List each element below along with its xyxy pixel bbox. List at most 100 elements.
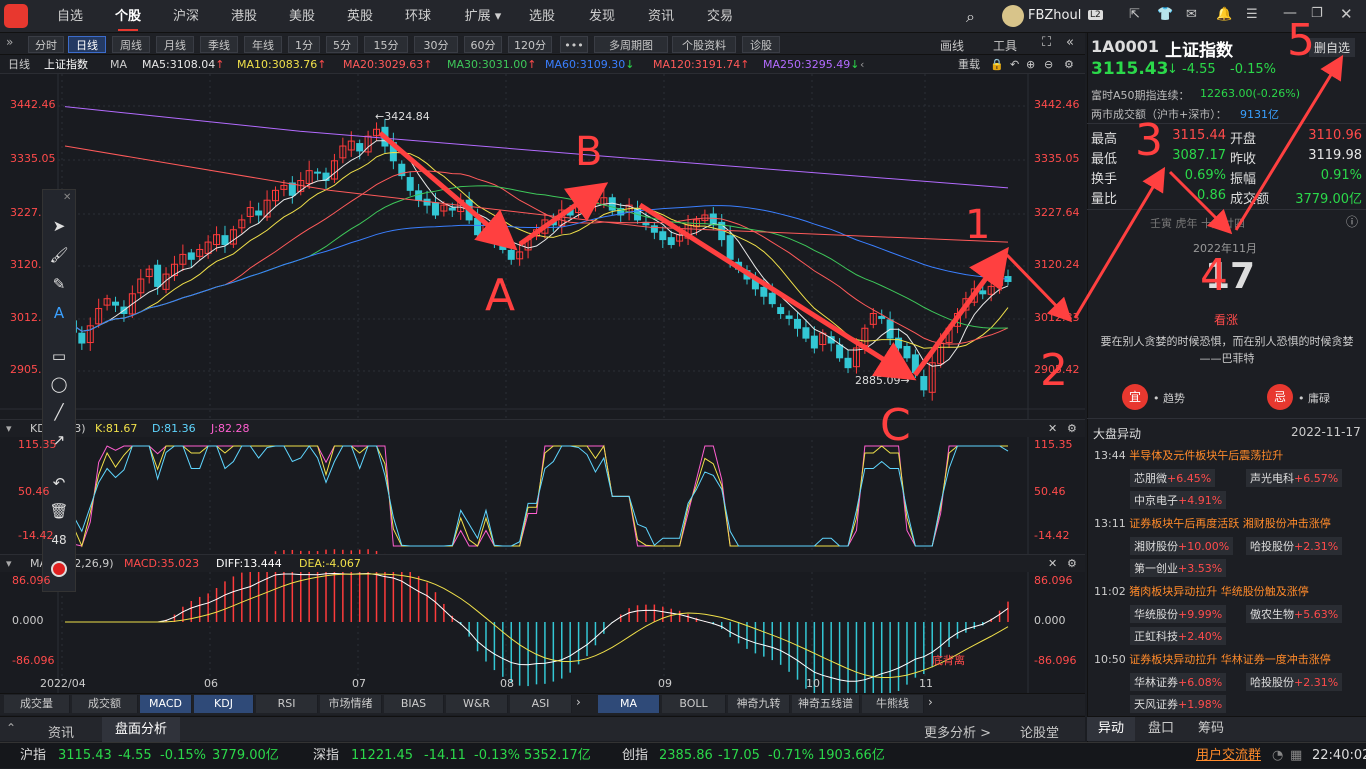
menu-icon[interactable]: ☰ <box>1246 7 1258 22</box>
period-tab-6[interactable]: 1分 <box>288 36 320 53</box>
indicator-tab-2[interactable]: MACD <box>140 695 192 713</box>
news-stock-chip[interactable]: 第一创业+3.53% <box>1130 559 1227 577</box>
forum-link[interactable]: 论股堂 <box>1020 722 1059 741</box>
news-stock-chip[interactable]: 湘财股份+10.00% <box>1130 537 1234 555</box>
color-picker-icon[interactable] <box>51 561 67 577</box>
trash-icon[interactable]: 🗑 <box>42 495 76 527</box>
zoom-in-icon[interactable]: ⊕ <box>1026 55 1035 74</box>
reload-button[interactable]: 重载 <box>958 55 980 74</box>
collapse-right-icon[interactable]: « <box>1066 35 1074 50</box>
period-tab-7[interactable]: 5分 <box>326 36 358 53</box>
period-tab-1[interactable]: 日线 <box>68 36 106 53</box>
info-icon[interactable]: ⓘ <box>1346 213 1358 230</box>
fullscreen-icon[interactable]: ⛶ <box>1042 35 1051 50</box>
collapse-left-icon[interactable]: » <box>6 35 13 49</box>
overlay-tab-3[interactable]: 神奇五线谱 <box>792 695 860 713</box>
tools-button[interactable]: 工具 <box>993 37 1017 54</box>
period-tab-8[interactable]: 15分 <box>364 36 408 53</box>
news-stock-chip[interactable]: 傲农生物+5.63% <box>1246 605 1343 623</box>
news-stock-chip[interactable]: 哈投股份+2.31% <box>1246 537 1343 555</box>
news-stock-chip[interactable]: 哈投股份+2.31% <box>1246 673 1343 691</box>
nav-item-7[interactable]: 扩展 ▾ <box>456 0 510 33</box>
lock-icon[interactable]: 🔒 <box>990 55 1004 74</box>
mail-icon[interactable]: ✉ <box>1186 7 1197 22</box>
period-tab-4[interactable]: 季线 <box>200 36 238 53</box>
nav-item-4[interactable]: 美股 <box>282 0 322 33</box>
close-icon[interactable]: ✕ <box>1340 5 1353 23</box>
indicator-tab-1[interactable]: 成交额 <box>72 695 138 713</box>
news-stock-chip[interactable]: 天风证券+1.98% <box>1130 695 1227 713</box>
period-tab-3[interactable]: 月线 <box>156 36 194 53</box>
overlay-tab-4[interactable]: 牛熊线 <box>862 695 924 713</box>
share-icon[interactable]: ⇱ <box>1129 7 1140 22</box>
more-indicators-icon[interactable]: › <box>576 695 581 709</box>
nav-item-2[interactable]: 沪深 <box>166 0 206 33</box>
tab-market-analysis[interactable]: 盘面分析 <box>102 717 180 742</box>
overlay-tab-0[interactable]: MA <box>598 695 660 713</box>
sz-label[interactable]: 深指 <box>313 743 339 769</box>
right-tab-0[interactable]: 异动 <box>1087 717 1135 741</box>
news-stock-chip[interactable]: 中京电子+4.91% <box>1130 491 1227 509</box>
indicator-tab-3[interactable]: KDJ <box>194 695 254 713</box>
period-tab-5[interactable]: 年线 <box>244 36 282 53</box>
indicator-tab-6[interactable]: BIAS <box>384 695 444 713</box>
nav-item-3[interactable]: 港股 <box>224 0 264 33</box>
kdj-settings-icon[interactable]: ⚙ <box>1067 420 1077 438</box>
news-item[interactable]: 11:02 猪肉板块异动拉升 华统股份触及涨停 <box>1094 583 1309 599</box>
nav-item-0[interactable]: 自选 <box>50 0 90 33</box>
sh-label[interactable]: 沪指 <box>20 743 46 769</box>
news-item[interactable]: 10:50 证券板块异动拉升 华林证券一度冲击涨停 <box>1094 651 1331 667</box>
expand-icon[interactable]: ⌃ <box>6 721 16 735</box>
period-tab-11[interactable]: 120分 <box>508 36 552 53</box>
bell-icon[interactable]: 🔔 <box>1216 7 1232 22</box>
news-stock-chip[interactable]: 声光电科+6.57% <box>1246 469 1343 487</box>
shirt-icon[interactable]: 👕 <box>1157 7 1173 22</box>
undo-icon[interactable]: ↶ <box>1010 55 1019 74</box>
news-item[interactable]: 13:11 证券板块午后再度活跃 湘财股份冲击涨停 <box>1094 515 1331 531</box>
indicator-tab-8[interactable]: ASI <box>510 695 572 713</box>
settings-icon[interactable]: ⚙ <box>1064 55 1074 74</box>
search-icon[interactable]: ⌕ <box>966 7 975 27</box>
tab-news[interactable]: 资讯 <box>48 722 74 741</box>
more-analysis-link[interactable]: 更多分析 > <box>924 722 991 741</box>
nav-item-5[interactable]: 英股 <box>340 0 380 33</box>
user-group-link[interactable]: 用户交流群 <box>1196 743 1261 769</box>
pointer-icon[interactable]: ➤ <box>42 210 76 242</box>
period-tab-12[interactable]: ••• <box>560 36 588 53</box>
period-tab-15[interactable]: 诊股 <box>742 36 780 53</box>
news-stock-chip[interactable]: 华统股份+9.99% <box>1130 605 1227 623</box>
indicator-tab-4[interactable]: RSI <box>256 695 318 713</box>
nav-item-1[interactable]: 个股 <box>108 0 148 33</box>
news-stock-chip[interactable]: 芯朋微+6.45% <box>1130 469 1216 487</box>
macd-close-icon[interactable]: ✕ <box>1048 555 1057 573</box>
overlay-tab-2[interactable]: 神奇九转 <box>728 695 790 713</box>
cy-label[interactable]: 创指 <box>622 743 648 769</box>
prev-icon[interactable]: ‹ <box>860 55 864 74</box>
nav-item-9[interactable]: 发现 <box>582 0 622 33</box>
delete-watchlist-button[interactable]: 删自选 <box>1309 38 1356 57</box>
kdj-collapse-icon[interactable]: ▾ <box>6 420 12 438</box>
username[interactable]: FBZhoul <box>1028 8 1081 23</box>
indicator-tab-0[interactable]: 成交量 <box>4 695 70 713</box>
drawing-close-icon[interactable]: ✕ <box>63 192 71 203</box>
overlay-tab-1[interactable]: BOLL <box>662 695 726 713</box>
macd-collapse-icon[interactable]: ▾ <box>6 555 12 573</box>
period-tab-2[interactable]: 周线 <box>112 36 150 53</box>
restore-icon[interactable]: ❐ <box>1311 6 1323 21</box>
news-item[interactable]: 13:44 半导体及元件板块午后震荡拉升 <box>1094 447 1283 463</box>
period-tab-10[interactable]: 60分 <box>464 36 502 53</box>
period-tab-13[interactable]: 多周期图 <box>594 36 668 53</box>
right-tab-2[interactable]: 筹码 <box>1187 717 1235 741</box>
news-stock-chip[interactable]: 华林证券+6.08% <box>1130 673 1227 691</box>
macd-settings-icon[interactable]: ⚙ <box>1067 555 1077 573</box>
draw-line-button[interactable]: 画线 <box>940 37 964 54</box>
zoom-out-icon[interactable]: ⊖ <box>1044 55 1053 74</box>
nav-item-6[interactable]: 环球 <box>398 0 438 33</box>
news-stock-chip[interactable]: 正虹科技+2.40% <box>1130 627 1227 645</box>
avatar[interactable] <box>1002 5 1024 27</box>
more-ma-icon[interactable]: › <box>928 695 933 709</box>
kdj-close-icon[interactable]: ✕ <box>1048 420 1057 438</box>
nav-item-8[interactable]: 选股 <box>522 0 562 33</box>
marker-icon[interactable]: ✎ <box>42 268 76 300</box>
indicator-tab-5[interactable]: 市场情绪 <box>320 695 382 713</box>
